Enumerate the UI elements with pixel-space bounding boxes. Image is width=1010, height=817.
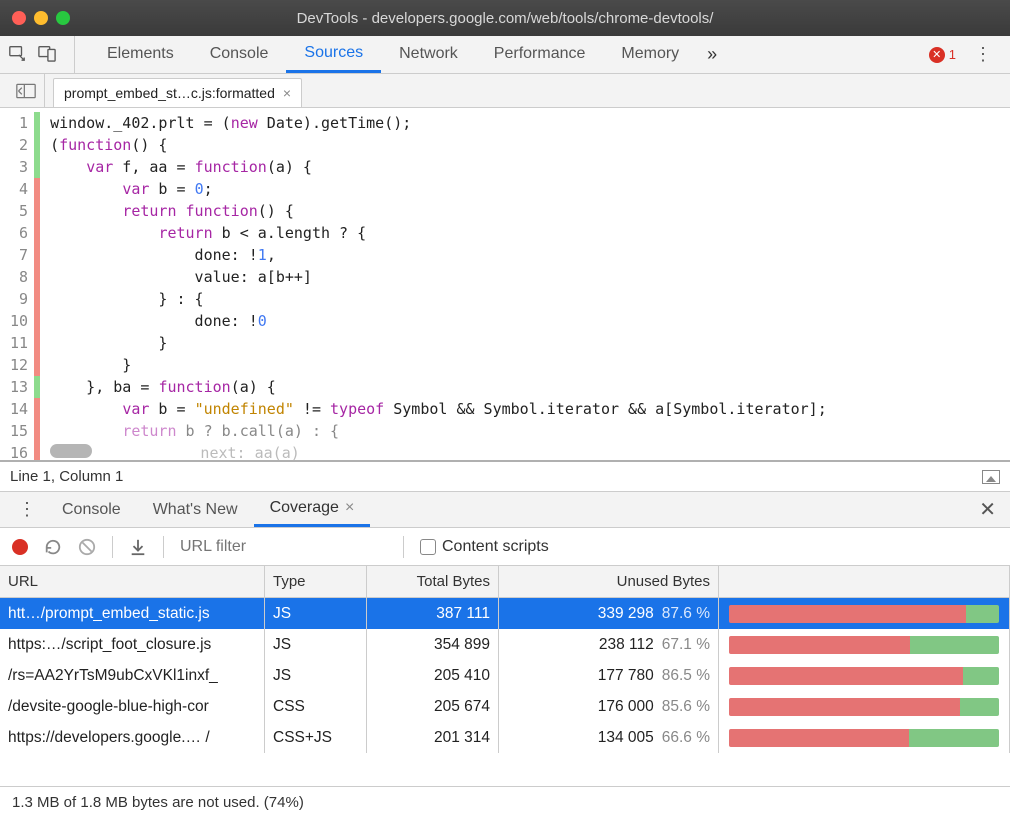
record-button[interactable] bbox=[12, 539, 28, 555]
device-toggle-icon[interactable] bbox=[38, 44, 56, 65]
error-icon: ✕ bbox=[929, 47, 945, 63]
navigator-toggle-button[interactable] bbox=[8, 74, 45, 107]
table-row[interactable]: https:…/script_foot_closure.jsJS354 8992… bbox=[0, 629, 1010, 660]
col-total[interactable]: Total Bytes bbox=[367, 566, 499, 597]
cell-type: JS bbox=[265, 598, 367, 629]
window-titlebar: DevTools - developers.google.com/web/too… bbox=[0, 0, 1010, 36]
traffic-lights bbox=[12, 11, 70, 25]
error-count: 1 bbox=[949, 47, 956, 62]
cell-unused: 134 00566.6 % bbox=[499, 722, 719, 753]
cell-url: https://developers.google.… / bbox=[0, 722, 265, 753]
col-visualization[interactable] bbox=[719, 566, 1010, 597]
tab-network[interactable]: Network bbox=[381, 36, 476, 73]
zoom-window-button[interactable] bbox=[56, 11, 70, 25]
tab-elements[interactable]: Elements bbox=[89, 36, 192, 73]
cell-bar bbox=[719, 691, 1010, 722]
editor-status-bar: Line 1, Column 1 bbox=[0, 462, 1010, 492]
cell-bar bbox=[719, 629, 1010, 660]
cell-type: JS bbox=[265, 629, 367, 660]
file-tab[interactable]: prompt_embed_st…c.js:formatted × bbox=[53, 78, 302, 107]
tab-memory[interactable]: Memory bbox=[603, 36, 697, 73]
settings-menu-button[interactable]: ⋮ bbox=[964, 36, 1002, 73]
clear-button[interactable] bbox=[78, 538, 96, 556]
tab-sources[interactable]: Sources bbox=[286, 36, 381, 73]
cell-type: CSS bbox=[265, 691, 367, 722]
line-number-gutter: 1234 5678 9101112 13141516 bbox=[0, 108, 34, 460]
window-title: DevTools - developers.google.com/web/too… bbox=[0, 10, 1010, 27]
cell-total: 387 111 bbox=[367, 598, 499, 629]
file-tab-bar: prompt_embed_st…c.js:formatted × bbox=[0, 74, 1010, 108]
coverage-gutter bbox=[34, 108, 42, 460]
cell-url: htt…/prompt_embed_static.js bbox=[0, 598, 265, 629]
close-coverage-tab-button[interactable]: × bbox=[345, 499, 354, 517]
table-row[interactable]: https://developers.google.… /CSS+JS201 3… bbox=[0, 722, 1010, 753]
minimize-window-button[interactable] bbox=[34, 11, 48, 25]
cell-url: /rs=AA2YrTsM9ubCxVKl1inxf_ bbox=[0, 660, 265, 691]
cell-total: 201 314 bbox=[367, 722, 499, 753]
url-filter-input[interactable] bbox=[180, 538, 387, 556]
show-navigator-icon[interactable] bbox=[982, 470, 1000, 484]
cell-bar bbox=[719, 598, 1010, 629]
table-row[interactable]: /devsite-google-blue-high-corCSS205 6741… bbox=[0, 691, 1010, 722]
cell-unused: 238 11267.1 % bbox=[499, 629, 719, 660]
cell-url: /devsite-google-blue-high-cor bbox=[0, 691, 265, 722]
code-content[interactable]: window._402.prlt = (new Date).getTime();… bbox=[42, 108, 827, 460]
inspect-icon[interactable] bbox=[8, 44, 26, 65]
file-tab-label: prompt_embed_st…c.js:formatted bbox=[64, 85, 275, 101]
table-row[interactable]: htt…/prompt_embed_static.jsJS387 111339 … bbox=[0, 598, 1010, 629]
tab-performance[interactable]: Performance bbox=[476, 36, 604, 73]
cell-total: 205 410 bbox=[367, 660, 499, 691]
cell-total: 205 674 bbox=[367, 691, 499, 722]
tab-console[interactable]: Console bbox=[192, 36, 287, 73]
cell-type: JS bbox=[265, 660, 367, 691]
cell-bar bbox=[719, 722, 1010, 753]
coverage-table: URL Type Total Bytes Unused Bytes htt…/p… bbox=[0, 566, 1010, 787]
drawer-menu-button[interactable]: ⋮ bbox=[8, 492, 46, 527]
cell-unused: 177 78086.5 % bbox=[499, 660, 719, 691]
export-button[interactable] bbox=[129, 538, 147, 556]
cursor-position: Line 1, Column 1 bbox=[10, 468, 123, 485]
col-unused[interactable]: Unused Bytes bbox=[499, 566, 719, 597]
cell-total: 354 899 bbox=[367, 629, 499, 660]
cell-url: https:…/script_foot_closure.js bbox=[0, 629, 265, 660]
col-type[interactable]: Type bbox=[265, 566, 367, 597]
content-scripts-checkbox[interactable]: Content scripts bbox=[420, 538, 549, 556]
cell-type: CSS+JS bbox=[265, 722, 367, 753]
col-url[interactable]: URL bbox=[0, 566, 265, 597]
cell-bar bbox=[719, 660, 1010, 691]
drawer-tab-coverage[interactable]: Coverage × bbox=[254, 492, 371, 527]
coverage-summary: 1.3 MB of 1.8 MB bytes are not used. (74… bbox=[0, 787, 1010, 817]
checkbox-icon bbox=[420, 539, 436, 555]
horizontal-scrollbar-thumb[interactable] bbox=[50, 444, 92, 458]
close-window-button[interactable] bbox=[12, 11, 26, 25]
cell-unused: 176 00085.6 % bbox=[499, 691, 719, 722]
close-drawer-button[interactable]: ✕ bbox=[965, 492, 1010, 527]
close-file-tab-button[interactable]: × bbox=[283, 85, 291, 101]
reload-button[interactable] bbox=[44, 538, 62, 556]
source-editor[interactable]: 1234 5678 9101112 13141516 window._402.p… bbox=[0, 108, 1010, 462]
drawer-tab-bar: ⋮ Console What's New Coverage × ✕ bbox=[0, 492, 1010, 528]
coverage-toolbar: Content scripts bbox=[0, 528, 1010, 566]
error-indicator[interactable]: ✕ 1 bbox=[929, 36, 964, 73]
main-tab-bar: Elements Console Sources Network Perform… bbox=[0, 36, 1010, 74]
drawer-tab-whatsnew[interactable]: What's New bbox=[137, 492, 254, 527]
coverage-table-header: URL Type Total Bytes Unused Bytes bbox=[0, 566, 1010, 598]
cell-unused: 339 29887.6 % bbox=[499, 598, 719, 629]
tabs-overflow-button[interactable]: » bbox=[697, 36, 727, 73]
table-row[interactable]: /rs=AA2YrTsM9ubCxVKl1inxf_JS205 410177 7… bbox=[0, 660, 1010, 691]
drawer-tab-console[interactable]: Console bbox=[46, 492, 137, 527]
